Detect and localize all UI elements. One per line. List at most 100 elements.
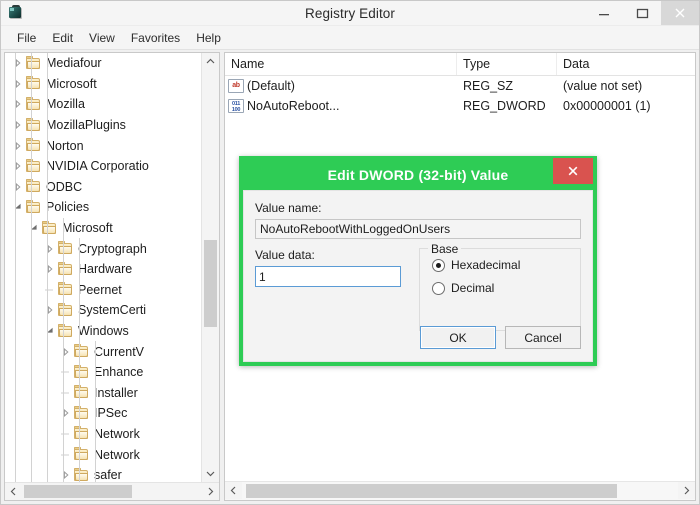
menu-item-help[interactable]: Help [188,29,229,47]
title-bar: Registry Editor [1,1,699,26]
scroll-right-arrow[interactable] [202,483,219,500]
menu-item-view[interactable]: View [81,29,123,47]
chevron-right-icon[interactable] [59,465,73,482]
tree-item-nvidia-corporatio[interactable]: NVIDIA Corporatio [5,156,201,177]
scroll-up-arrow[interactable] [202,53,219,70]
tree-item-label: Enhance [94,365,144,380]
tree-horizontal-scrollbar[interactable] [5,482,219,500]
chevron-right-icon[interactable] [43,259,57,279]
tree-indent-guide [63,217,64,482]
tree-item-label: Windows [78,324,129,339]
tree-vertical-thumb[interactable] [204,239,217,327]
folder-icon [25,117,42,133]
chevron-right-icon[interactable] [43,239,57,259]
tree-horizontal-track[interactable] [22,483,202,500]
radio-hexadecimal-label: Hexadecimal [451,258,521,272]
dialog-close-button[interactable] [553,158,593,184]
tree-vertical-track[interactable] [202,70,219,465]
value-icon-glyph: ab [232,82,240,89]
tree-item-mozillaplugins[interactable]: MozillaPlugins [5,115,201,136]
base-option-hexadecimal[interactable]: Hexadecimal [432,258,570,272]
tree-item-peernet[interactable]: Peernet [5,280,201,301]
tree-item-hardware[interactable]: Hardware [5,259,201,280]
tree-item-label: Mozilla [46,97,85,112]
chevron-right-icon[interactable] [11,115,25,135]
menu-item-edit[interactable]: Edit [44,29,81,47]
chevron-right-icon[interactable] [11,177,25,197]
string-value-icon: ab [228,79,244,93]
folder-icon [73,447,90,462]
base-option-decimal[interactable]: Decimal [432,281,570,295]
tree-item-label: IPSec [94,406,128,421]
scroll-right-arrow[interactable] [678,482,695,499]
chevron-right-icon[interactable] [59,403,73,423]
menu-item-favorites[interactable]: Favorites [123,29,188,47]
tree-item-mediafour[interactable]: Mediafour [5,53,201,74]
tree-indent-guide [15,53,16,482]
value-data-input[interactable] [255,266,401,287]
scroll-down-arrow[interactable] [202,465,219,482]
tree-item-label: Microsoft [46,76,97,91]
tree-item-odbc[interactable]: ODBC [5,177,201,198]
minimize-icon [599,14,609,16]
tree-item-systemcerti[interactable]: SystemCerti [5,300,201,321]
registry-key-tree: Mediafour Microsoft Mozilla MozillaPlugins N… [5,53,201,482]
chevron-right-icon[interactable] [11,74,25,94]
column-header-type[interactable]: Type [457,53,557,75]
tree-item-currentv[interactable]: CurrentV [5,341,201,362]
list-horizontal-thumb[interactable] [246,484,617,498]
maximize-button[interactable] [623,1,661,25]
cancel-button[interactable]: Cancel [505,326,581,349]
value-name-label: Value name: [255,201,322,215]
tree-item-enhance[interactable]: Enhance [5,362,201,383]
chevron-right-icon[interactable] [11,53,25,73]
ok-button[interactable]: OK [420,326,496,349]
folder-icon [73,344,90,359]
tree-item-windows[interactable]: Windows [5,321,201,342]
minimize-button[interactable] [585,1,623,25]
chevron-right-icon[interactable] [43,300,57,320]
chevron-down-icon[interactable] [27,218,41,238]
tree-item-microsoft[interactable]: Microsoft [5,218,201,239]
tree-vertical-scrollbar[interactable] [201,53,219,482]
chevron-right-icon[interactable] [11,156,25,176]
tree-item-cryptograph[interactable]: Cryptograph [5,238,201,259]
tree-item-ipsec[interactable]: IPSec [5,403,201,424]
radio-decimal-icon[interactable] [432,281,445,295]
chevron-down-icon[interactable] [11,197,25,217]
tree-horizontal-thumb[interactable] [23,485,132,498]
chevron-right-icon[interactable] [59,342,73,362]
scroll-left-arrow[interactable] [225,482,242,499]
table-row[interactable]: 011 100 NoAutoReboot... REG_DWORD 0x0000000… [225,96,695,116]
tree-indent-spacer [59,383,73,403]
close-icon [568,166,578,176]
column-header-name[interactable]: Name [225,53,457,75]
close-icon [675,8,685,18]
value-name-cell: ab (Default) [225,76,457,96]
tree-scroll-area: Mediafour Microsoft Mozilla MozillaPlugins N… [5,53,201,482]
menu-item-file[interactable]: File [9,29,44,47]
dialog-title-bar: Edit DWORD (32-bit) Value [243,158,593,190]
close-button[interactable] [661,1,699,25]
chevron-right-icon[interactable] [11,94,25,114]
scroll-left-arrow[interactable] [5,483,22,500]
tree-body: Mediafour Microsoft Mozilla MozillaPlugins N… [5,53,219,482]
chevron-down-icon[interactable] [43,321,57,341]
tree-item-mozilla[interactable]: Mozilla [5,94,201,115]
tree-item-microsoft[interactable]: Microsoft [5,74,201,95]
list-horizontal-scrollbar[interactable] [225,481,695,500]
chevron-right-icon[interactable] [11,136,25,156]
tree-indent-guide [47,53,48,482]
list-horizontal-track[interactable] [242,482,678,500]
radio-hexadecimal-icon[interactable] [432,258,445,272]
value-name-input[interactable] [255,219,581,239]
tree-item-policies[interactable]: Policies [5,197,201,218]
tree-item-network[interactable]: Network [5,424,201,445]
folder-icon [57,323,74,339]
tree-item-safer[interactable]: safer [5,465,201,482]
table-row[interactable]: ab (Default) REG_SZ (value not set) [225,76,695,96]
column-header-data[interactable]: Data [557,53,695,75]
tree-item-network[interactable]: Network [5,444,201,465]
tree-item-installer[interactable]: Installer [5,383,201,404]
tree-item-norton[interactable]: Norton [5,135,201,156]
